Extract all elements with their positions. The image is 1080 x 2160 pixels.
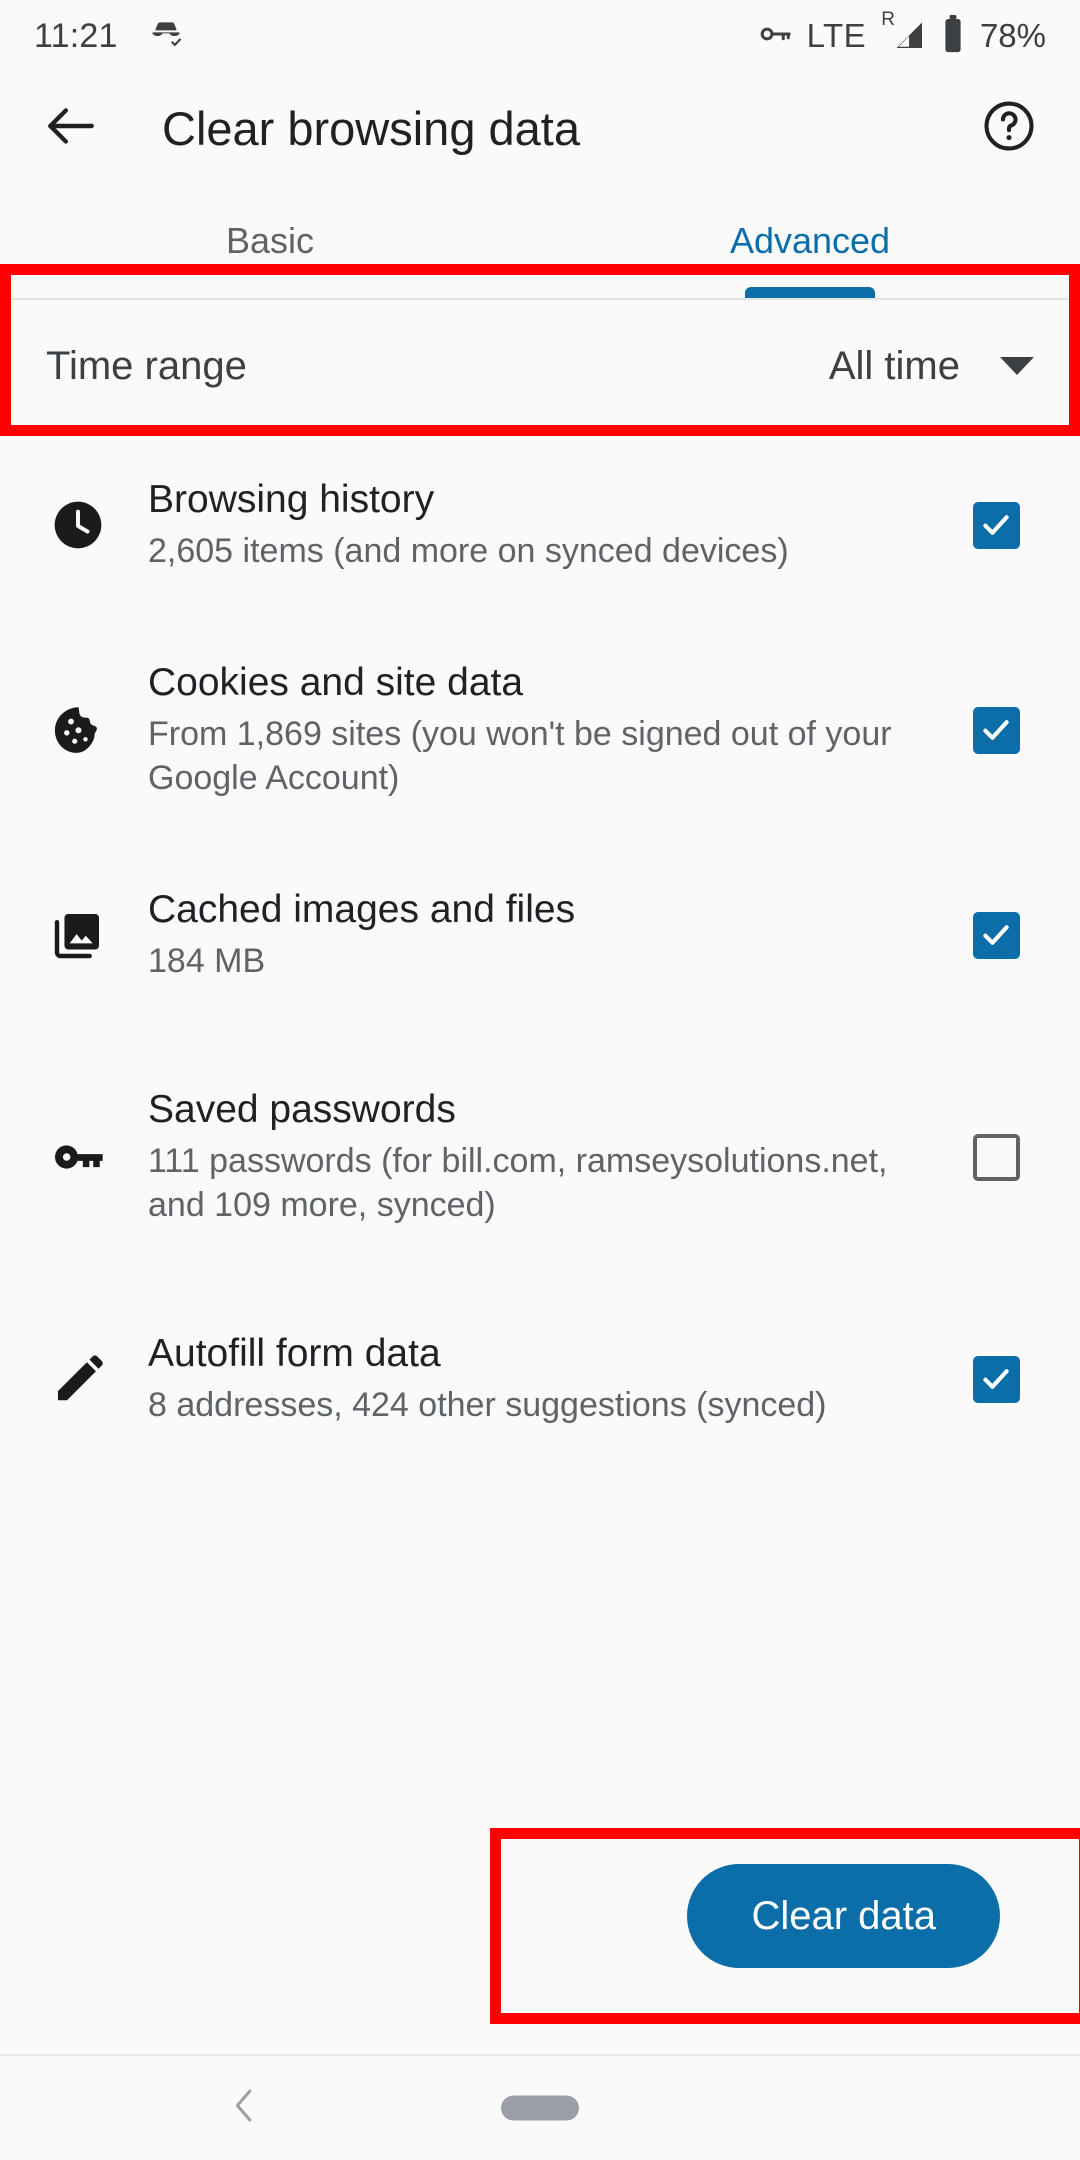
status-bar-system-icons: LTE R 78% bbox=[756, 9, 1046, 58]
checkbox-checked-icon bbox=[972, 501, 1020, 549]
time-range-selector[interactable]: Time range All time bbox=[0, 300, 1080, 432]
status-bar-clock: 11:21 bbox=[34, 16, 118, 55]
list-item-title: Saved passwords bbox=[148, 1087, 456, 1131]
page-title: Clear browsing data bbox=[162, 101, 580, 155]
list-item-title: Cached images and files bbox=[148, 887, 576, 931]
clear-data-button[interactable]: Clear data bbox=[687, 1864, 1000, 1968]
list-item-text: Cookies and site data From 1,869 sites (… bbox=[126, 660, 956, 800]
checkbox-checked-icon bbox=[972, 1355, 1020, 1403]
cookie-icon bbox=[30, 702, 126, 758]
list-item-title: Autofill form data bbox=[148, 1331, 441, 1375]
data-type-list: Browsing history 2,605 items (and more o… bbox=[0, 432, 1080, 1472]
tab-bar: Basic Advanced bbox=[0, 184, 1080, 298]
nav-home-pill-icon[interactable] bbox=[501, 2095, 579, 2121]
list-item-text: Browsing history 2,605 items (and more o… bbox=[126, 477, 956, 574]
status-bar: 11:21 LTE R 78% bbox=[0, 0, 1080, 72]
list-item-subtitle: From 1,869 sites (you won't be signed ou… bbox=[148, 715, 892, 797]
key-icon bbox=[30, 1128, 126, 1186]
checkbox-checked-icon bbox=[972, 911, 1020, 959]
list-item-cached-images[interactable]: Cached images and files 184 MB bbox=[0, 842, 1080, 1028]
list-item-text: Autofill form data 8 addresses, 424 othe… bbox=[126, 1331, 956, 1428]
chevron-down-icon bbox=[1000, 357, 1034, 375]
back-arrow-icon bbox=[40, 95, 102, 162]
primary-action-area: Clear data bbox=[0, 1828, 1080, 2024]
checkbox-checked-icon bbox=[972, 706, 1020, 754]
tab-basic-label: Basic bbox=[225, 220, 315, 261]
nav-back-chevron-icon bbox=[222, 2089, 268, 2133]
checkbox-browsing-history[interactable] bbox=[956, 501, 1036, 549]
status-bar-notification-icons bbox=[146, 14, 186, 59]
help-circle-icon bbox=[980, 97, 1038, 160]
tab-advanced[interactable]: Advanced bbox=[540, 184, 1080, 298]
list-item-text: Saved passwords 111 passwords (for bill.… bbox=[126, 1087, 956, 1227]
battery-percentage-label: 78% bbox=[979, 17, 1046, 54]
roaming-indicator-label: R bbox=[881, 9, 895, 30]
list-item-cookies[interactable]: Cookies and site data From 1,869 sites (… bbox=[0, 618, 1080, 842]
list-item-subtitle: 111 passwords (for bill.com, ramseysolut… bbox=[148, 1142, 888, 1224]
image-stack-icon bbox=[30, 907, 126, 963]
checkbox-cached-images[interactable] bbox=[956, 911, 1036, 959]
clock-icon bbox=[30, 497, 126, 553]
checkbox-cookies[interactable] bbox=[956, 706, 1036, 754]
tab-advanced-label: Advanced bbox=[729, 220, 891, 261]
app-bar: Clear browsing data bbox=[0, 72, 1080, 184]
network-type-label: LTE bbox=[806, 17, 867, 54]
checkbox-saved-passwords[interactable] bbox=[956, 1133, 1036, 1181]
checkbox-unchecked-icon bbox=[972, 1133, 1020, 1181]
android-navigation-bar bbox=[0, 2054, 1080, 2160]
list-item-subtitle: 8 addresses, 424 other suggestions (sync… bbox=[148, 1385, 827, 1424]
list-item-title: Cookies and site data bbox=[148, 660, 524, 704]
list-item-text: Cached images and files 184 MB bbox=[126, 887, 956, 984]
list-item-subtitle: 2,605 items (and more on synced devices) bbox=[148, 531, 789, 570]
list-item-saved-passwords[interactable]: Saved passwords 111 passwords (for bill.… bbox=[0, 1028, 1080, 1286]
tab-basic[interactable]: Basic bbox=[0, 184, 540, 298]
back-button[interactable] bbox=[38, 95, 104, 161]
checkbox-autofill[interactable] bbox=[956, 1355, 1036, 1403]
vpn-key-icon bbox=[756, 15, 794, 58]
list-item-subtitle: 184 MB bbox=[148, 941, 266, 980]
time-range-value: All time bbox=[828, 343, 960, 388]
tab-active-indicator bbox=[745, 287, 875, 298]
battery-icon bbox=[941, 14, 965, 58]
list-item-title: Browsing history bbox=[148, 477, 435, 521]
pencil-icon bbox=[30, 1351, 126, 1407]
nav-back-button[interactable] bbox=[222, 2083, 268, 2134]
signal-strength-icon: R bbox=[879, 9, 928, 54]
time-range-label: Time range bbox=[46, 343, 247, 388]
help-button[interactable] bbox=[976, 95, 1042, 161]
list-item-autofill[interactable]: Autofill form data 8 addresses, 424 othe… bbox=[0, 1286, 1080, 1472]
list-item-browsing-history[interactable]: Browsing history 2,605 items (and more o… bbox=[0, 432, 1080, 618]
incognito-mask-check-icon bbox=[146, 14, 186, 59]
